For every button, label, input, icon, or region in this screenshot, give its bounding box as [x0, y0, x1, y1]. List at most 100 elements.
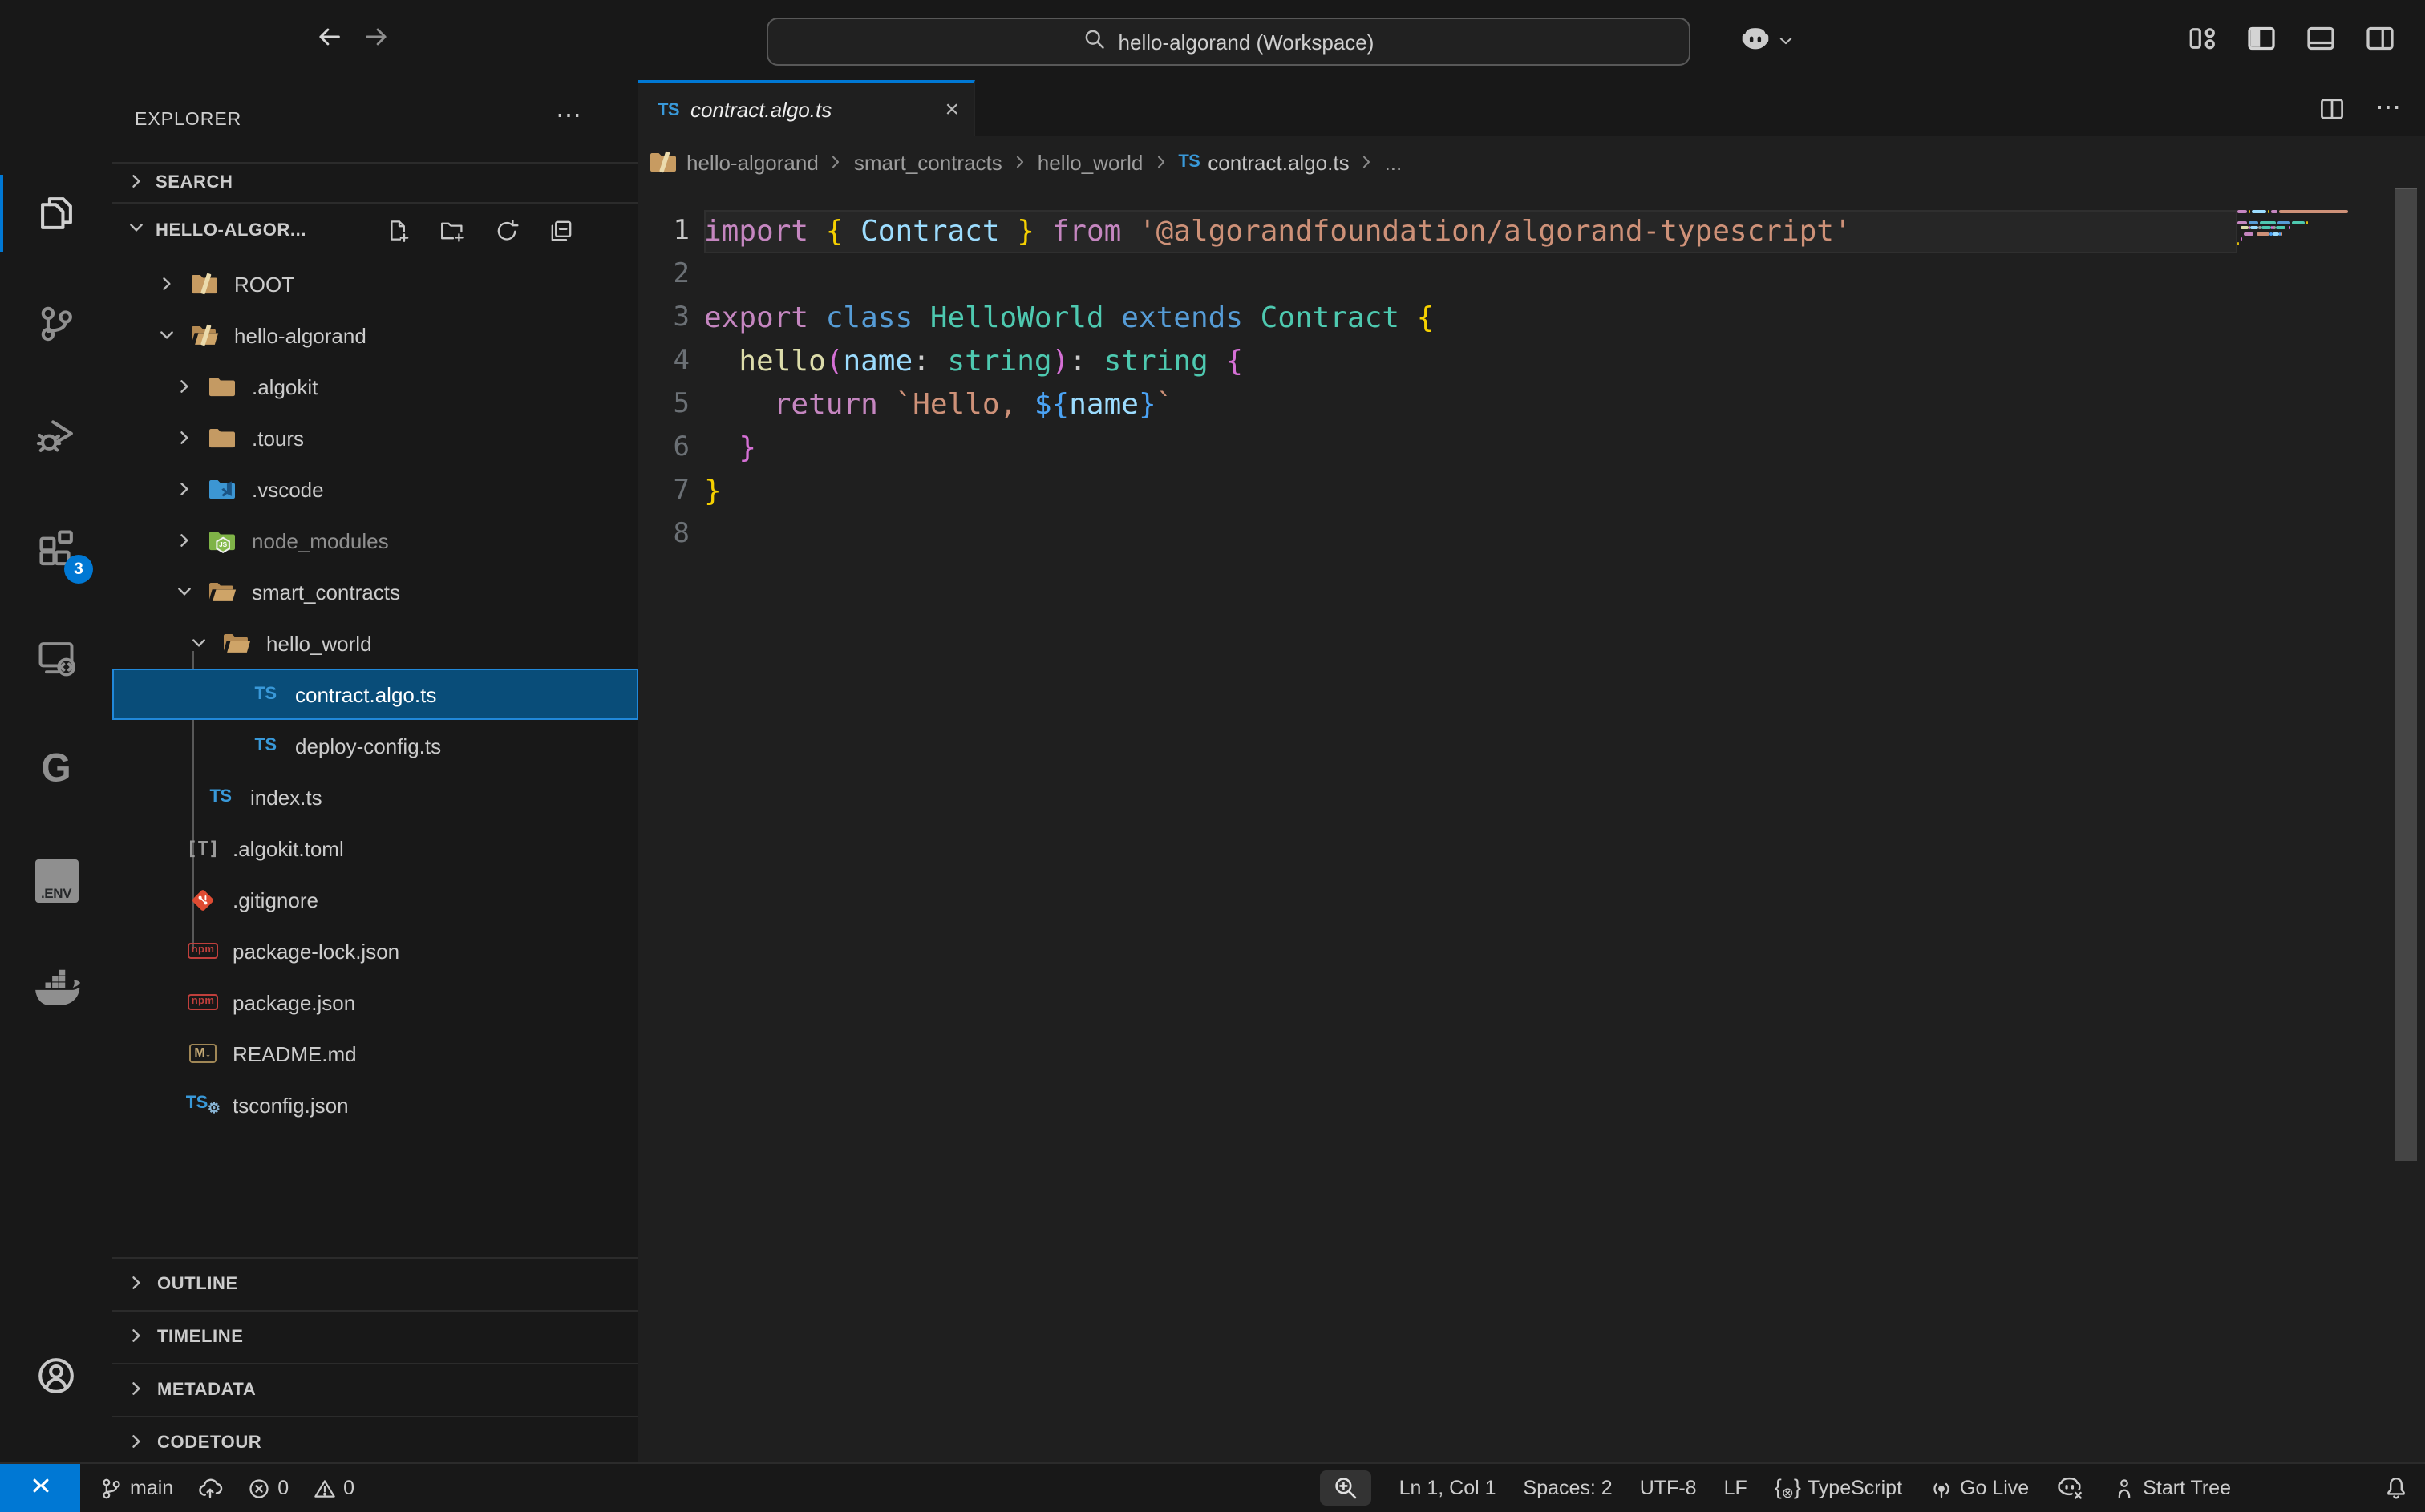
sidebar-section-codetour[interactable]: CODETOUR [112, 1416, 638, 1462]
history-back-button[interactable] [311, 22, 346, 58]
status-item-notifications[interactable] [2383, 1475, 2409, 1501]
code-line[interactable]: hello(name: string): string { [704, 340, 1243, 383]
sidebar-section-metadata[interactable]: METADATA [112, 1363, 638, 1416]
tree-item-package-lock-json[interactable]: npmpackage-lock.json [112, 925, 638, 976]
sidebar-section-search[interactable]: SEARCH [112, 162, 638, 204]
tree-item-package-json[interactable]: npmpackage.json [112, 976, 638, 1028]
titlebar-customize-layout-button[interactable] [2186, 22, 2218, 55]
activity-item-docker[interactable] [18, 952, 95, 1029]
status-item-problems-errors[interactable]: 0 [247, 1476, 289, 1500]
titlebar-toggle-panel-button[interactable] [2305, 22, 2337, 55]
tree-item-smart-contracts[interactable]: smart_contracts [112, 566, 638, 617]
chevron-down-icon [1777, 29, 1795, 58]
bell-icon [2383, 1475, 2409, 1501]
command-center-value: hello-algorand (Workspace) [1119, 30, 1374, 54]
code-line[interactable]: import { Contract } from '@algorandfound… [704, 210, 1852, 253]
status-item-problems-warnings[interactable]: 0 [313, 1476, 354, 1500]
titlebar-toggle-sidebar-button[interactable] [2245, 22, 2277, 55]
vscode-window: hello-algorand (Workspace) 3G.ENV⚙1 EXPL… [0, 0, 2425, 1512]
minimap-line [2276, 226, 2286, 229]
chevron-down-icon [125, 216, 148, 246]
vscode-app: hello-algorand (Workspace) 3G.ENV⚙1 EXPL… [0, 0, 2425, 1512]
breadcrumb-item-hello-algorand[interactable]: hello-algorand [648, 149, 819, 175]
code-line[interactable]: } [704, 470, 722, 513]
activity-item-extensions[interactable]: 3 [18, 508, 95, 585]
npm-icon: npm [188, 988, 218, 1016]
status-item-indentation[interactable]: Spaces: 2 [1524, 1477, 1613, 1499]
sidebar-section-workspace[interactable]: HELLO-ALGOR... [112, 204, 638, 258]
root-folder-icon [189, 270, 220, 297]
activity-item-run-and-debug[interactable] [18, 396, 95, 473]
status-item-copilot-status[interactable] [2056, 1474, 2085, 1502]
tree-item-root[interactable]: ROOT [112, 258, 638, 309]
minimap-line [2273, 232, 2279, 235]
remote-indicator[interactable] [0, 1464, 80, 1512]
breadcrumb-item--[interactable]: ... [1385, 150, 1403, 174]
editor-scrollbar[interactable] [2395, 188, 2417, 1161]
tree-item--gitignore[interactable]: .gitignore [112, 874, 638, 925]
tree-item-deploy-config-ts[interactable]: TSdeploy-config.ts [112, 720, 638, 771]
status-item-eol[interactable]: LF [1724, 1477, 1747, 1499]
code-editor[interactable]: 1import { Contract } from '@algorandfoun… [638, 188, 2425, 1462]
close-tab-button[interactable]: × [945, 98, 959, 122]
tab-contract-algo-ts[interactable]: TS contract.algo.ts × [638, 80, 975, 136]
status-item-start-tree[interactable]: Start Tree [2112, 1476, 2231, 1500]
status-item-go-live[interactable]: Go Live [1929, 1476, 2029, 1500]
activity-item-dotenv[interactable]: .ENV [18, 842, 95, 919]
activity-item-algokit[interactable]: G [18, 731, 95, 808]
tree-item-index-ts[interactable]: TSindex.ts [112, 771, 638, 823]
minimap[interactable] [2237, 188, 2350, 508]
command-center-search[interactable]: hello-algorand (Workspace) [767, 18, 1690, 66]
tree-item-label: package-lock.json [233, 939, 399, 963]
status-item-language-status[interactable]: {⊗}TypeScript [1775, 1474, 1902, 1502]
titlebar-toggle-secondary-sidebar-button[interactable] [2364, 22, 2396, 55]
tree-item-hello-world[interactable]: hello_world [112, 617, 638, 669]
tree-item--tours[interactable]: .tours [112, 412, 638, 463]
collapse-all-button[interactable] [549, 218, 574, 244]
activity-item-remote-explorer[interactable] [18, 619, 95, 696]
tree-item-tsconfig-json[interactable]: TS⚙tsconfig.json [112, 1079, 638, 1130]
status-item-encoding[interactable]: UTF-8 [1640, 1477, 1697, 1499]
breadcrumb-label: smart_contracts [854, 150, 1002, 174]
minimap-line [2251, 226, 2257, 229]
node-folder-icon: JS [207, 527, 237, 554]
tree-item-hello-algorand[interactable]: hello-algorand [112, 309, 638, 361]
status-label: Start Tree [2143, 1477, 2231, 1499]
tree-item--algokit-toml[interactable]: [T].algokit.toml [112, 823, 638, 874]
breadcrumb-item-contract-algo-ts[interactable]: TScontract.algo.ts [1178, 150, 1349, 174]
sidebar-section-outline[interactable]: OUTLINE [112, 1257, 638, 1310]
activity-item-explorer[interactable] [18, 175, 95, 252]
chevron-right-icon [172, 425, 197, 451]
new-file-button[interactable] [385, 218, 411, 244]
status-item-cursor-position[interactable]: Ln 1, Col 1 [1399, 1477, 1496, 1499]
code-line[interactable]: export class HelloWorld extends Contract… [704, 297, 1434, 340]
more-actions-button[interactable]: ⋯ [2375, 95, 2403, 121]
status-item-zoom-indicator[interactable] [1321, 1470, 1372, 1506]
tree-item-readme-md[interactable]: M↓README.md [112, 1028, 638, 1079]
copilot-menu-button[interactable] [1739, 22, 1795, 64]
code-line[interactable]: return `Hello, ${name}` [704, 383, 1173, 427]
sidebar-more-actions-button[interactable]: ⋯ [552, 99, 587, 135]
tree-item-node-modules[interactable]: JSnode_modules [112, 515, 638, 566]
tree-item--vscode[interactable]: .vscode [112, 463, 638, 515]
breadcrumb-item-hello-world[interactable]: hello_world [1038, 150, 1144, 174]
activity-item-source-control[interactable] [18, 285, 95, 362]
tree-item-contract-algo-ts[interactable]: TScontract.algo.ts [112, 669, 638, 720]
status-label: 0 [343, 1477, 354, 1499]
new-folder-button[interactable] [439, 218, 465, 244]
status-left: main 0 0 [99, 1475, 354, 1501]
history-forward-button[interactable] [359, 22, 395, 58]
sidebar-section-timeline[interactable]: TIMELINE [112, 1310, 638, 1363]
tree-item--algokit[interactable]: .algokit [112, 361, 638, 412]
activity-item-accounts[interactable] [18, 1337, 95, 1414]
refresh-button[interactable] [494, 218, 520, 244]
breadcrumb-item-smart-contracts[interactable]: smart_contracts [854, 150, 1002, 174]
chevron-right-icon [125, 1271, 148, 1298]
status-item-sync[interactable] [197, 1475, 223, 1501]
line-number: 4 [638, 340, 690, 383]
code-line[interactable]: } [704, 427, 756, 470]
arrow-right-icon [362, 22, 391, 59]
chevron-down-icon [186, 630, 212, 656]
split-editor-button[interactable] [2318, 94, 2346, 123]
status-item-branch[interactable]: main [99, 1476, 173, 1500]
